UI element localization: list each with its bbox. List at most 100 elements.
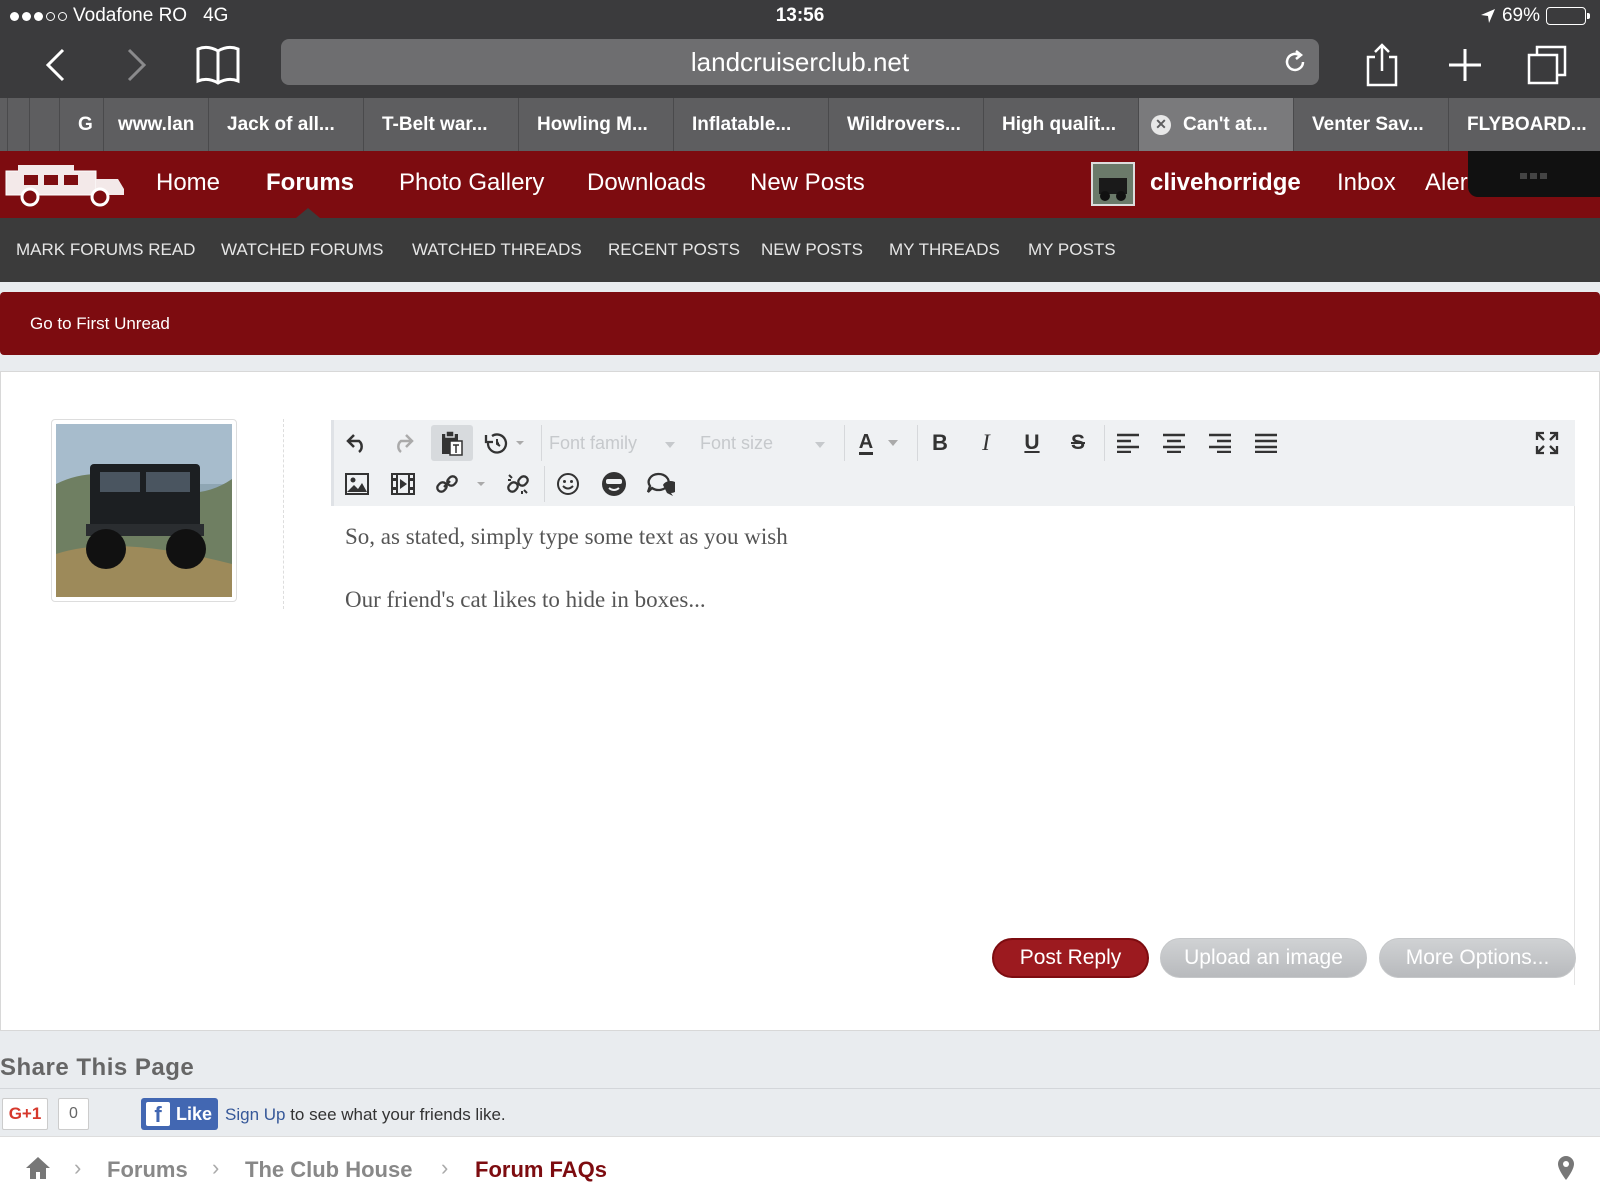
floating-overlay-tab[interactable] [1468, 151, 1600, 197]
forum-navbar: Home Forums Photo Gallery Downloads New … [0, 151, 1600, 218]
nav-new-posts[interactable]: New Posts [750, 169, 865, 197]
align-center-icon[interactable] [1156, 426, 1192, 460]
new-posts-link[interactable]: NEW POSTS [761, 240, 863, 260]
text-color-icon[interactable]: A [849, 426, 909, 460]
browser-tab[interactable]: Inflatable... [674, 98, 829, 151]
nav-alerts[interactable]: Aler [1425, 169, 1468, 197]
undo-icon[interactable] [339, 426, 375, 460]
browser-tab[interactable]: Howling M... [519, 98, 674, 151]
restore-draft-icon[interactable] [479, 426, 529, 460]
insert-image-icon[interactable] [339, 467, 375, 501]
insert-link-icon[interactable] [431, 467, 491, 501]
quick-reply-panel: Font family Font size A B I U S So, as s… [0, 371, 1600, 1031]
location-pin-icon[interactable] [1557, 1155, 1575, 1186]
battery-icon [1546, 7, 1590, 25]
browser-tab-active[interactable]: ✕ Can't at... [1139, 98, 1294, 151]
align-right-icon[interactable] [1202, 426, 1238, 460]
bold-icon[interactable]: B [922, 426, 958, 460]
breadcrumb-separator-icon: › [74, 1155, 82, 1180]
first-unread-bar: Go to First Unread [0, 292, 1600, 355]
breadcrumb-separator-icon: › [212, 1155, 220, 1180]
my-threads-link[interactable]: MY THREADS [889, 240, 1000, 260]
nav-inbox[interactable]: Inbox [1337, 169, 1396, 197]
url-text: landcruiserclub.net [690, 46, 910, 77]
justify-icon[interactable] [1248, 426, 1284, 460]
more-options-button[interactable]: More Options... [1379, 938, 1576, 978]
username-link[interactable]: clivehorridge [1150, 169, 1301, 197]
redo-icon[interactable] [385, 426, 421, 460]
browser-tab[interactable]: FLYBOARD... [1449, 98, 1600, 151]
underline-icon[interactable]: U [1014, 426, 1050, 460]
clock: 13:56 [775, 5, 825, 26]
share-heading: Share This Page [0, 1054, 195, 1081]
breadcrumb: › Forums › The Club House › Forum FAQs [0, 1136, 1600, 1200]
browser-tab[interactable]: T-Belt war... [364, 98, 519, 151]
bookmarks-book-icon[interactable] [193, 40, 243, 90]
user-avatar[interactable] [1091, 162, 1135, 206]
new-tab-plus-icon[interactable] [1440, 40, 1490, 90]
location-arrow-icon [1480, 9, 1495, 23]
tabs-overview-icon[interactable] [1522, 40, 1572, 90]
share-icon[interactable] [1357, 40, 1407, 90]
facebook-signup-link[interactable]: Sign Up [225, 1105, 285, 1124]
editor-content[interactable]: So, as stated, simply type some text as … [345, 525, 788, 651]
nav-forums[interactable]: Forums [266, 169, 354, 197]
post-reply-button[interactable]: Post Reply [992, 938, 1149, 978]
ios-status-bar: Vodafone RO 4G 13:56 69% [0, 0, 1600, 32]
insert-media-icon[interactable] [385, 467, 421, 501]
my-posts-link[interactable]: MY POSTS [1028, 240, 1116, 260]
nav-home[interactable]: Home [156, 169, 220, 197]
address-bar[interactable]: landcruiserclub.net [281, 39, 1319, 85]
active-nav-pointer [296, 208, 320, 218]
browser-tab[interactable]: www.lan [104, 98, 209, 151]
fullscreen-icon[interactable] [1529, 426, 1565, 460]
browser-toolbar: landcruiserclub.net [0, 32, 1600, 98]
browser-tab[interactable]: High qualit... [984, 98, 1139, 151]
back-icon[interactable] [30, 40, 80, 90]
google-plus-button[interactable]: G+1 [2, 1098, 48, 1130]
editor-toolbar: Font family Font size A B I U S [331, 420, 1575, 506]
browser-tab[interactable]: Jack of all... [209, 98, 364, 151]
nav-downloads[interactable]: Downloads [587, 169, 706, 197]
close-tab-icon[interactable]: ✕ [1151, 114, 1171, 135]
chevron-down-icon [815, 442, 825, 448]
align-left-icon[interactable] [1110, 426, 1146, 460]
font-size-select[interactable]: Font size [700, 433, 773, 454]
font-family-select[interactable]: Font family [549, 433, 637, 454]
poster-avatar [51, 419, 237, 602]
smiley-icon[interactable] [550, 467, 586, 501]
reload-icon[interactable] [1281, 48, 1309, 83]
browser-tab[interactable]: Venter Sav... [1294, 98, 1449, 151]
recent-posts-link[interactable]: RECENT POSTS [608, 240, 740, 260]
breadcrumb-forums[interactable]: Forums [107, 1157, 188, 1183]
italic-icon[interactable]: I [968, 426, 1004, 460]
upload-image-button[interactable]: Upload an image [1160, 938, 1367, 978]
nav-photo-gallery[interactable]: Photo Gallery [399, 169, 544, 197]
strikethrough-icon[interactable]: S [1060, 426, 1096, 460]
browser-tab[interactable]: Wildrovers... [829, 98, 984, 151]
facebook-f-icon: f [146, 1102, 170, 1126]
forum-subnav: MARK FORUMS READ WATCHED FORUMS WATCHED … [0, 218, 1600, 282]
unlink-icon[interactable] [500, 467, 536, 501]
watched-threads-link[interactable]: WATCHED THREADS [412, 240, 582, 260]
google-plus-count: 0 [58, 1098, 89, 1130]
chevron-down-icon [665, 442, 675, 448]
editor-paragraph: So, as stated, simply type some text as … [345, 524, 788, 549]
facebook-like-button[interactable]: f Like [141, 1098, 218, 1130]
rich-text-editor: Font family Font size A B I U S So, as s… [331, 420, 1575, 985]
paste-as-text-icon[interactable] [431, 425, 473, 461]
browser-tab-strip: G www.lan Jack of all... T-Belt war... H… [0, 98, 1600, 151]
watched-forums-link[interactable]: WATCHED FORUMS [221, 240, 383, 260]
emoji-sunglasses-icon[interactable] [596, 467, 632, 501]
breadcrumb-club-house[interactable]: The Club House [245, 1157, 412, 1183]
breadcrumb-separator-icon: › [441, 1155, 449, 1180]
go-to-first-unread-link[interactable]: Go to First Unread [30, 314, 170, 334]
quote-bubble-icon[interactable] [642, 467, 678, 501]
home-icon[interactable] [24, 1155, 52, 1186]
forward-icon[interactable] [112, 40, 162, 90]
editor-paragraph: Our friend's cat likes to hide in boxes.… [345, 587, 706, 612]
land-cruiser-logo[interactable] [0, 161, 126, 207]
browser-tab[interactable]: G [60, 98, 104, 151]
mark-forums-read-link[interactable]: MARK FORUMS READ [16, 240, 195, 260]
battery-percent: 69% [1501, 5, 1540, 26]
